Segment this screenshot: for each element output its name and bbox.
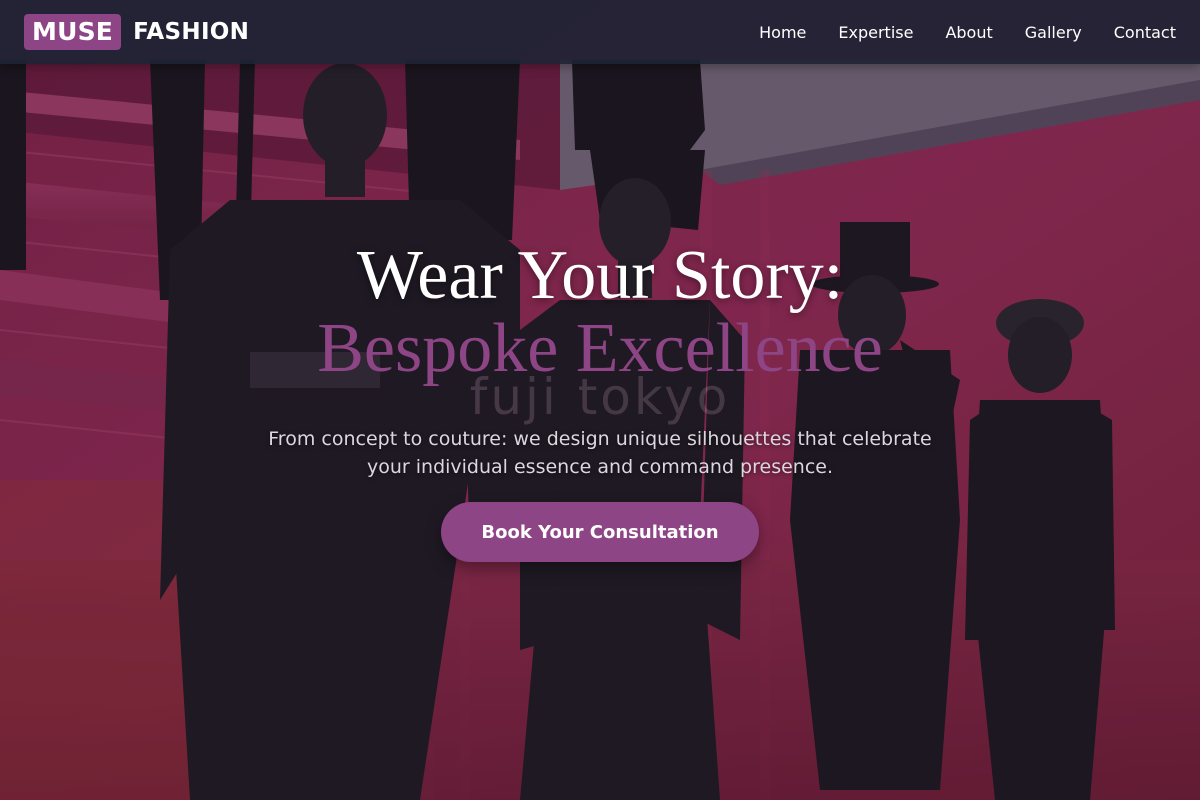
brand-logo-badge: MUSE <box>24 14 122 50</box>
hero-section: MUSE FASHION Home Expertise About Galler… <box>0 0 1200 800</box>
brand-logo[interactable]: MUSE FASHION <box>24 14 249 50</box>
brand-logo-text: FASHION <box>133 19 250 45</box>
hero-subtitle: From concept to couture: we design uniqu… <box>268 428 932 478</box>
nav-link-home[interactable]: Home <box>759 23 806 42</box>
nav-link-gallery[interactable]: Gallery <box>1025 23 1082 42</box>
nav-link-contact[interactable]: Contact <box>1114 23 1176 42</box>
hero-title-line2: Bespoke Excellence <box>317 310 883 387</box>
book-consultation-button[interactable]: Book Your Consultation <box>441 502 759 562</box>
main-nav: Home Expertise About Gallery Contact <box>727 0 1176 64</box>
nav-link-expertise[interactable]: Expertise <box>838 23 913 42</box>
site-header: MUSE FASHION Home Expertise About Galler… <box>0 0 1200 64</box>
nav-link-about[interactable]: About <box>945 23 992 42</box>
hero-content: fuji tokyo Wear Your Story: Bespoke Exce… <box>0 0 1200 800</box>
